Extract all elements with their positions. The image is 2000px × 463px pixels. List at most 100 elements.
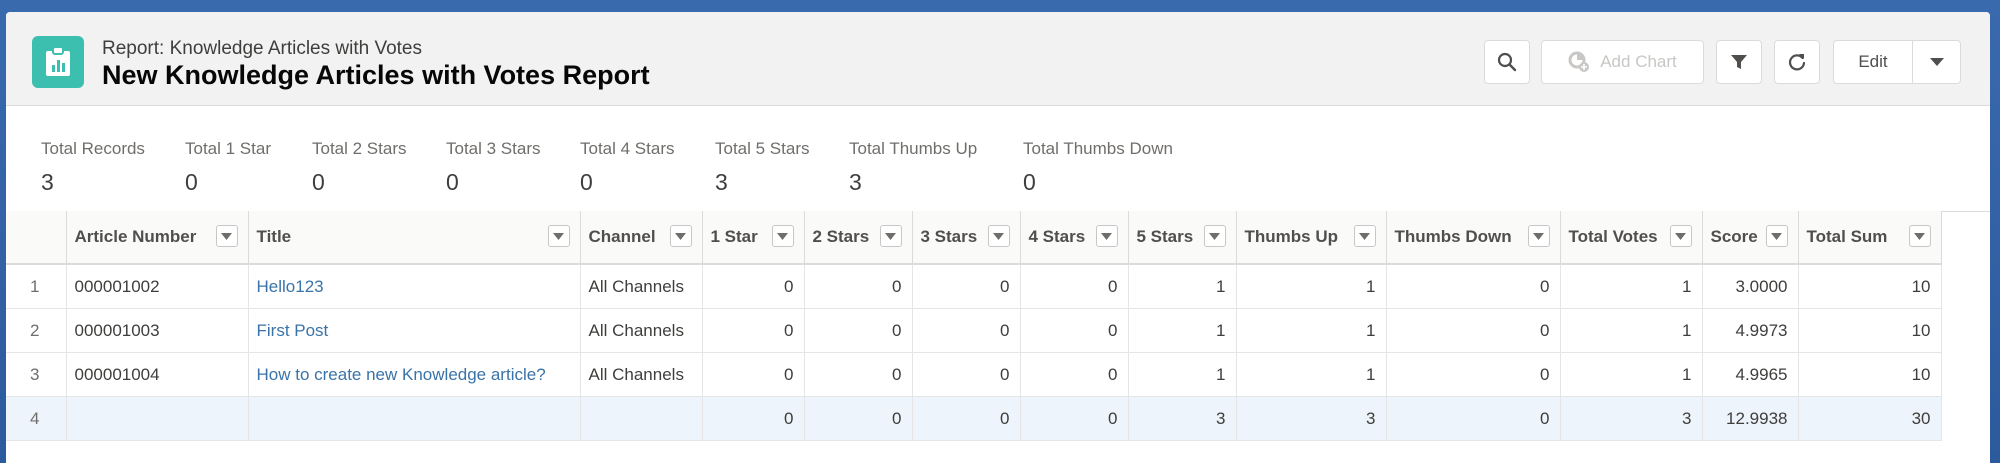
summary-label: Total 2 Stars bbox=[312, 139, 407, 158]
cell-3-stars: 0 bbox=[912, 396, 1021, 441]
summary-label: Total Thumbs Up bbox=[849, 139, 978, 158]
report-icon bbox=[32, 36, 84, 88]
column-header-total-sum[interactable]: Total Sum bbox=[1798, 211, 1942, 265]
cell-article-number: 000001002 bbox=[66, 264, 249, 309]
page-title: New Knowledge Articles with Votes Report bbox=[102, 60, 650, 90]
column-menu-button[interactable] bbox=[1353, 225, 1376, 247]
column-header-article-number[interactable]: Article Number bbox=[66, 211, 249, 265]
cell-score: 4.9965 bbox=[1702, 352, 1799, 397]
cell-score: 3.0000 bbox=[1702, 264, 1799, 309]
cell-title: How to create new Knowledge article? bbox=[248, 352, 581, 397]
cell-3-stars: 0 bbox=[912, 308, 1021, 353]
article-title-link[interactable]: How to create new Knowledge article? bbox=[257, 365, 546, 384]
cell-total-sum: 10 bbox=[1798, 352, 1942, 397]
cell-4-stars: 0 bbox=[1020, 396, 1129, 441]
cell-total-votes: 1 bbox=[1560, 352, 1703, 397]
summary-value: 0 bbox=[446, 169, 459, 195]
add-chart-label: Add Chart bbox=[1600, 52, 1677, 71]
cell-1-star: 0 bbox=[702, 308, 805, 353]
column-menu-button[interactable] bbox=[1095, 225, 1118, 247]
row-number: 1 bbox=[6, 264, 67, 309]
column-header-channel[interactable]: Channel bbox=[580, 211, 703, 265]
summary-total-thumbs-up: Total Thumbs Up 3 bbox=[849, 139, 977, 196]
chevron-down-icon bbox=[885, 232, 896, 240]
cell-total-votes: 1 bbox=[1560, 264, 1703, 309]
cell-channel: All Channels bbox=[580, 308, 703, 353]
column-header-total-votes[interactable]: Total Votes bbox=[1560, 211, 1703, 265]
column-header-4-stars[interactable]: 4 Stars bbox=[1020, 211, 1129, 265]
column-menu-button[interactable] bbox=[879, 225, 902, 247]
more-actions-button[interactable] bbox=[1913, 40, 1961, 84]
summary-total-2-stars: Total 2 Stars 0 bbox=[312, 139, 407, 196]
column-menu-button[interactable] bbox=[1203, 225, 1226, 247]
column-menu-button[interactable] bbox=[215, 225, 238, 247]
cell-thumbs-down: 0 bbox=[1386, 264, 1561, 309]
column-menu-button[interactable] bbox=[771, 225, 794, 247]
column-header-2-stars[interactable]: 2 Stars bbox=[804, 211, 913, 265]
chevron-down-icon bbox=[1675, 232, 1686, 240]
cell-channel: All Channels bbox=[580, 352, 703, 397]
cell-title: Hello123 bbox=[248, 264, 581, 309]
cell-thumbs-up: 1 bbox=[1236, 308, 1387, 353]
column-menu-button[interactable] bbox=[669, 225, 692, 247]
column-header-thumbs-down[interactable]: Thumbs Down bbox=[1386, 211, 1561, 265]
cell-total-sum: 10 bbox=[1798, 264, 1942, 309]
cell-score: 4.9973 bbox=[1702, 308, 1799, 353]
cell-thumbs-up: 1 bbox=[1236, 264, 1387, 309]
cell-channel bbox=[580, 396, 703, 441]
cell-thumbs-down: 0 bbox=[1386, 396, 1561, 441]
column-header-title[interactable]: Title bbox=[248, 211, 581, 265]
cell-2-stars: 0 bbox=[804, 308, 913, 353]
column-menu-button[interactable] bbox=[1527, 225, 1550, 247]
summary-value: 0 bbox=[580, 169, 593, 195]
search-icon bbox=[1497, 52, 1517, 72]
report-table: Article Number Title Channel 1 Star 2 St… bbox=[6, 211, 1942, 441]
edit-button[interactable]: Edit bbox=[1833, 40, 1913, 84]
filter-button[interactable] bbox=[1716, 40, 1762, 84]
column-header-1-star[interactable]: 1 Star bbox=[702, 211, 805, 265]
chevron-down-icon bbox=[1209, 232, 1220, 240]
cell-thumbs-down: 0 bbox=[1386, 352, 1561, 397]
summary-value: 0 bbox=[1023, 169, 1036, 195]
table-row: 3 000001004 How to create new Knowledge … bbox=[6, 352, 1942, 397]
search-button[interactable] bbox=[1484, 40, 1530, 84]
column-menu-button[interactable] bbox=[1669, 225, 1692, 247]
column-menu-button[interactable] bbox=[1908, 225, 1931, 247]
summary-total-5-stars: Total 5 Stars 3 bbox=[715, 139, 810, 196]
chevron-down-icon bbox=[1929, 58, 1944, 66]
column-menu-button[interactable] bbox=[1765, 225, 1788, 247]
summary-total-records: Total Records 3 bbox=[41, 139, 145, 196]
column-header-score[interactable]: Score bbox=[1702, 211, 1799, 265]
cell-4-stars: 0 bbox=[1020, 308, 1129, 353]
chevron-down-icon bbox=[1771, 232, 1782, 240]
refresh-button[interactable] bbox=[1774, 40, 1820, 84]
article-title-link[interactable]: First Post bbox=[257, 321, 329, 340]
column-header-5-stars[interactable]: 5 Stars bbox=[1128, 211, 1237, 265]
refresh-icon bbox=[1788, 54, 1806, 71]
add-chart-button[interactable]: Add Chart bbox=[1541, 40, 1704, 84]
article-title-link[interactable]: Hello123 bbox=[257, 277, 324, 296]
grand-total-row: 4 0 0 0 0 3 3 0 3 12.9938 30 bbox=[6, 396, 1942, 441]
cell-thumbs-up: 1 bbox=[1236, 352, 1387, 397]
chevron-down-icon bbox=[1533, 232, 1544, 240]
report-table-container: Article Number Title Channel 1 Star 2 St… bbox=[6, 211, 1942, 441]
column-header-3-stars[interactable]: 3 Stars bbox=[912, 211, 1021, 265]
cell-4-stars: 0 bbox=[1020, 264, 1129, 309]
cell-title: First Post bbox=[248, 308, 581, 353]
cell-5-stars: 1 bbox=[1128, 352, 1237, 397]
cell-1-star: 0 bbox=[702, 264, 805, 309]
column-header-thumbs-up[interactable]: Thumbs Up bbox=[1236, 211, 1387, 265]
summary-value: 0 bbox=[185, 169, 198, 195]
cell-5-stars: 3 bbox=[1128, 396, 1237, 441]
column-menu-button[interactable] bbox=[987, 225, 1010, 247]
filter-icon bbox=[1731, 55, 1747, 69]
summary-label: Total 1 Star bbox=[185, 139, 271, 158]
cell-3-stars: 0 bbox=[912, 352, 1021, 397]
cell-thumbs-up: 3 bbox=[1236, 396, 1387, 441]
chevron-down-icon bbox=[777, 232, 788, 240]
cell-article-number bbox=[66, 396, 249, 441]
summary-value: 3 bbox=[715, 169, 728, 195]
report-type-label: Report: Knowledge Articles with Votes bbox=[102, 38, 423, 59]
chevron-down-icon bbox=[221, 232, 232, 240]
column-menu-button[interactable] bbox=[547, 225, 570, 247]
